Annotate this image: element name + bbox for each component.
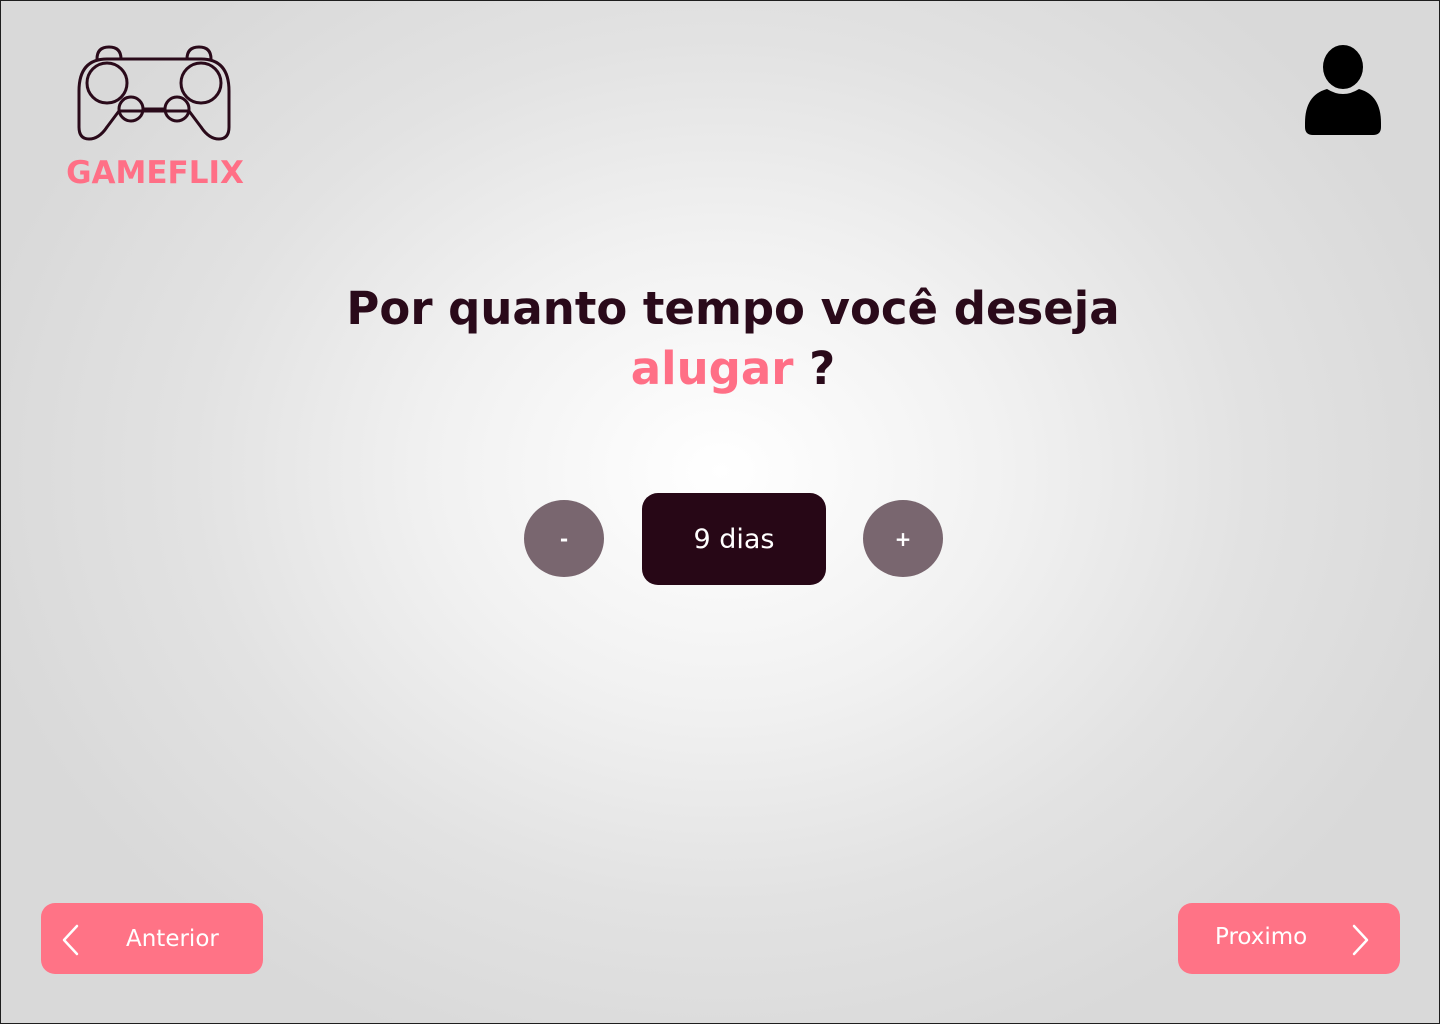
user-avatar-icon xyxy=(1305,45,1381,135)
question-highlight: alugar xyxy=(630,342,794,395)
question-heading: Por quanto tempo você deseja alugar ? xyxy=(321,279,1145,399)
next-button[interactable]: Proximo xyxy=(1178,903,1400,974)
question-line-2: alugar ? xyxy=(321,339,1145,399)
brand-name: GAMEFLIX xyxy=(66,155,244,191)
gamepad-icon xyxy=(77,45,231,141)
page: GAMEFLIX Por quanto tempo você deseja al… xyxy=(0,0,1440,1024)
decrement-button[interactable]: - xyxy=(524,500,604,577)
increment-button[interactable]: + xyxy=(863,500,943,577)
user-icon[interactable] xyxy=(1301,43,1385,137)
previous-button[interactable]: Anterior xyxy=(41,903,263,974)
question-suffix: ? xyxy=(809,342,836,395)
chevron-right-icon xyxy=(1352,924,1369,956)
chevron-left-icon xyxy=(62,924,79,956)
logo: GAMEFLIX xyxy=(53,41,257,193)
next-label: Proximo xyxy=(1215,923,1308,950)
previous-label: Anterior xyxy=(126,925,219,952)
question-line: Por quanto tempo você deseja xyxy=(346,282,1120,335)
duration-value: 9 dias xyxy=(642,493,826,585)
